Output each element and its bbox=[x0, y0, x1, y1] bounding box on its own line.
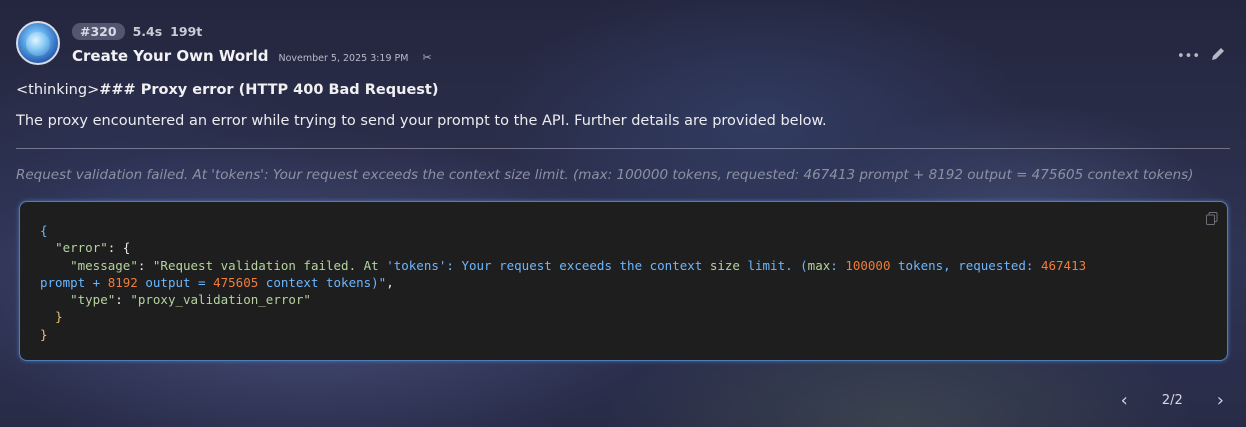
avatar[interactable] bbox=[16, 21, 60, 65]
code-token: } bbox=[55, 309, 63, 325]
author-name[interactable]: Create Your Own World bbox=[72, 47, 268, 65]
code-token: "type" bbox=[70, 292, 116, 308]
author-row: Create Your Own World November 5, 2025 3… bbox=[72, 47, 432, 65]
code-token: context tokens)" bbox=[258, 274, 387, 290]
thinking-tag: <thinking> bbox=[16, 82, 100, 98]
token-count: 199t bbox=[170, 24, 203, 39]
code-token: : bbox=[115, 292, 131, 308]
code-token: 'tokens' bbox=[386, 257, 447, 273]
code-line: "type": "proxy_validation_error" bbox=[40, 291, 1207, 308]
message-paragraph: The proxy encountered an error while try… bbox=[16, 113, 827, 129]
code-token: : { bbox=[107, 240, 131, 256]
error-note: Request validation failed. At 'tokens': … bbox=[16, 167, 1194, 183]
code-token: } bbox=[40, 326, 48, 342]
code-line: "error": { bbox=[40, 239, 1207, 256]
timestamp: November 5, 2025 3:19 PM bbox=[278, 53, 409, 64]
copy-icon[interactable] bbox=[1206, 212, 1218, 230]
pager-label: 2/2 bbox=[1161, 393, 1183, 408]
code-token: { bbox=[40, 223, 48, 238]
code-line: { bbox=[40, 222, 1207, 239]
code-token: prompt + bbox=[40, 274, 108, 290]
code-line: } bbox=[40, 308, 1207, 325]
chevron-left-icon[interactable]: ‹ bbox=[1121, 390, 1128, 411]
code-token: "Request validation failed. At bbox=[152, 257, 387, 273]
message-heading: <thinking>### Proxy error (HTTP 400 Bad … bbox=[16, 82, 438, 98]
code-line: "message": "Request validation failed. A… bbox=[40, 257, 1207, 274]
globe-icon bbox=[26, 32, 50, 56]
chevron-right-icon[interactable]: › bbox=[1217, 390, 1224, 411]
code-token: : Your request exceeds the context bbox=[446, 257, 710, 273]
message-id-badge: #320 bbox=[72, 23, 125, 40]
code-line: prompt + 8192 output = 475605 context to… bbox=[40, 274, 1207, 291]
divider bbox=[16, 148, 1230, 149]
code-token: output = bbox=[137, 274, 214, 290]
code-token: 475605 bbox=[213, 274, 259, 290]
code-token: size bbox=[709, 257, 740, 273]
code-token: "proxy_validation_error" bbox=[130, 292, 311, 308]
more-icon[interactable]: ••• bbox=[1177, 49, 1200, 64]
code-block: { "error": { "message": "Request validat… bbox=[19, 201, 1228, 361]
code-line: } bbox=[40, 326, 1207, 343]
pencil-icon[interactable] bbox=[1210, 46, 1226, 66]
duration: 5.4s bbox=[132, 24, 163, 39]
code-token: : bbox=[830, 257, 846, 273]
pin-icon[interactable]: ✂ bbox=[422, 51, 431, 64]
code-token: "error" bbox=[55, 240, 108, 256]
error-title: ### Proxy error (HTTP 400 Bad Request) bbox=[99, 82, 439, 98]
code-token: limit. ( bbox=[739, 257, 808, 273]
code-token: , bbox=[386, 274, 394, 290]
code-token: tokens, requested: bbox=[890, 257, 1041, 273]
code-token: max bbox=[807, 257, 831, 273]
code-token: 100000 bbox=[845, 257, 891, 273]
code-token: 467413 bbox=[1040, 257, 1087, 273]
code-token: 8192 bbox=[107, 274, 138, 290]
message-meta: #320 5.4s 199t bbox=[72, 23, 202, 40]
code-token: "message" bbox=[70, 257, 138, 273]
message-card: #320 5.4s 199t Create Your Own World Nov… bbox=[0, 0, 1246, 427]
swipe-pager: ‹ 2/2 › bbox=[1121, 390, 1224, 411]
code-token: : bbox=[137, 257, 153, 273]
message-actions: ••• bbox=[1177, 46, 1226, 66]
